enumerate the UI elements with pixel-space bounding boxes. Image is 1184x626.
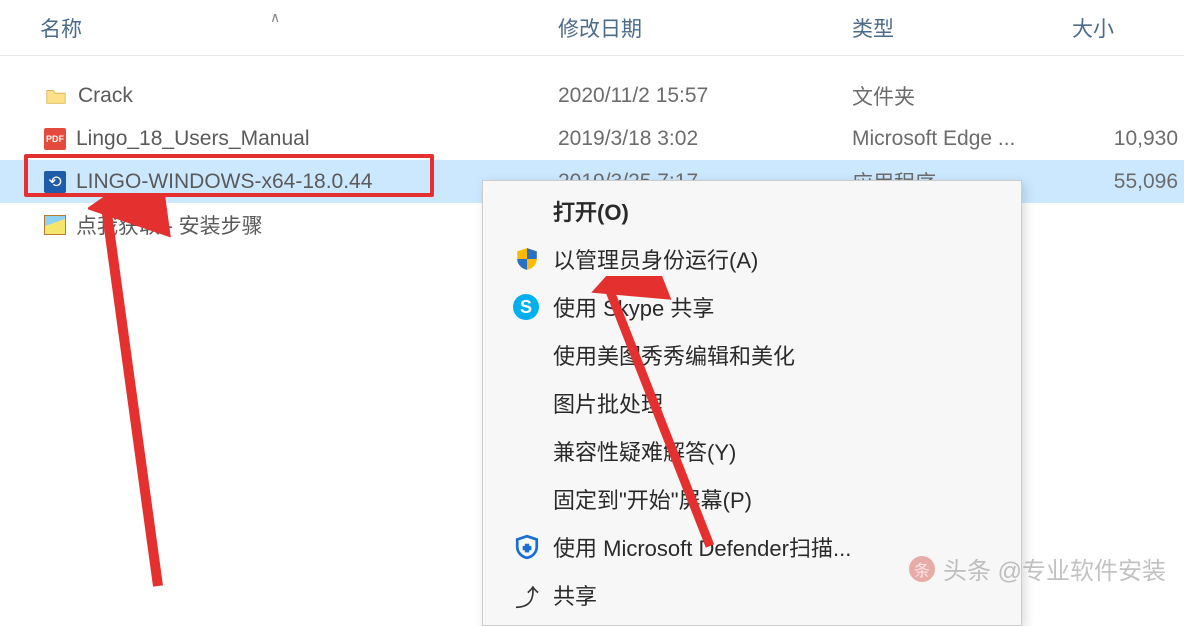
watermark-icon: 条 [909, 556, 935, 582]
defender-shield-icon [513, 533, 541, 561]
skype-icon: S [513, 294, 539, 320]
menu-image-batch[interactable]: 图片批处理 [485, 379, 1019, 427]
watermark-text: 头条 @专业软件安装 [943, 551, 1166, 586]
menu-label: 固定到"开始"屏幕(P) [553, 483, 752, 515]
file-row-manual[interactable]: PDF Lingo_18_Users_Manual 2019/3/18 3:02… [0, 117, 1184, 160]
menu-label: 以管理员身份运行(A) [553, 243, 758, 275]
file-size: 55,096 [1070, 170, 1184, 194]
sort-indicator-icon: ∧ [270, 9, 280, 26]
menu-open[interactable]: 打开(O) [485, 187, 1019, 235]
menu-meitu-edit[interactable]: 使用美图秀秀编辑和美化 [485, 331, 1019, 379]
menu-skype-share[interactable]: S 使用 Skype 共享 [485, 283, 1019, 331]
menu-compat-troubleshoot[interactable]: 兼容性疑难解答(Y) [485, 427, 1019, 475]
annotation-arrow-1 [88, 196, 208, 596]
installer-icon: ⟲ [44, 171, 66, 193]
file-name: LINGO-WINDOWS-x64-18.0.44 [76, 170, 372, 194]
column-name-header[interactable]: 名称 ∧ [0, 13, 540, 43]
menu-label: 使用 Skype 共享 [553, 291, 714, 323]
menu-label: 共享 [553, 579, 597, 611]
column-type-header[interactable]: 类型 [840, 13, 1070, 43]
menu-run-as-admin[interactable]: 以管理员身份运行(A) [485, 235, 1019, 283]
menu-label: 使用美图秀秀编辑和美化 [553, 339, 795, 371]
pdf-icon: PDF [44, 128, 66, 150]
file-name: Lingo_18_Users_Manual [76, 127, 310, 151]
menu-pin-to-start[interactable]: 固定到"开始"屏幕(P) [485, 475, 1019, 523]
share-icon: ⤴ [513, 581, 541, 609]
file-name: Crack [78, 84, 133, 108]
file-date: 2019/3/18 3:02 [540, 127, 840, 151]
image-icon [44, 215, 66, 235]
folder-icon [44, 84, 68, 108]
watermark: 条 头条 @专业软件安装 [909, 551, 1166, 586]
file-size: 10,930 [1070, 127, 1184, 151]
menu-label: 图片批处理 [553, 387, 663, 419]
menu-label: 使用 Microsoft Defender扫描... [553, 531, 851, 563]
file-date: 2020/11/2 15:57 [540, 84, 840, 108]
file-type: 文件夹 [840, 81, 1070, 111]
uac-shield-icon [513, 245, 541, 273]
file-name: 点我获取 - 安装步骤 [76, 210, 263, 240]
menu-label: 兼容性疑难解答(Y) [553, 435, 736, 467]
column-date-header[interactable]: 修改日期 [540, 13, 840, 43]
column-name-label: 名称 [40, 18, 82, 41]
file-row-crack[interactable]: Crack 2020/11/2 15:57 文件夹 [0, 74, 1184, 117]
column-size-header[interactable]: 大小 [1070, 13, 1184, 43]
menu-label: 打开(O) [553, 195, 629, 227]
file-type: Microsoft Edge ... [840, 127, 1070, 151]
column-header-row: 名称 ∧ 修改日期 类型 大小 [0, 0, 1184, 56]
